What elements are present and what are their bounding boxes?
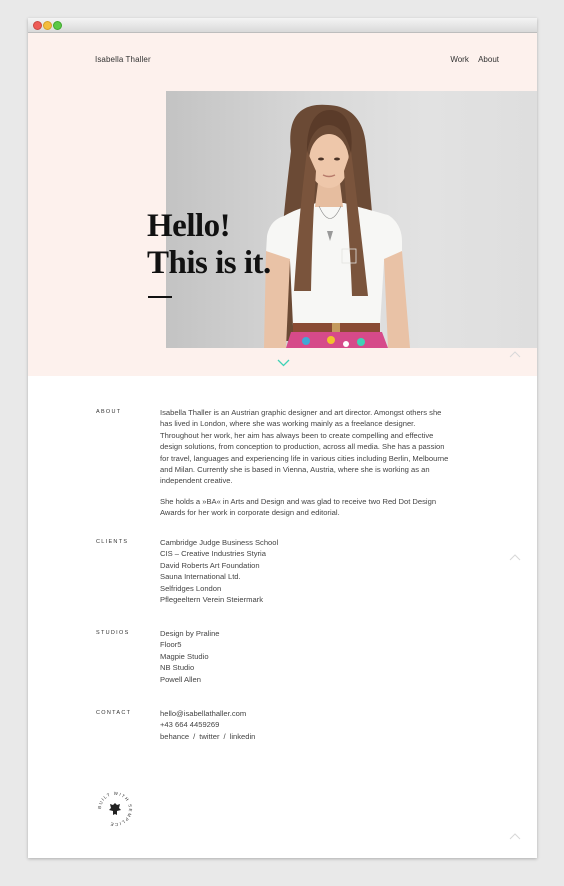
back-to-top-chevron-icon[interactable] xyxy=(509,351,521,358)
list-item: Sauna International Ltd. xyxy=(160,572,241,582)
hero-headline: Hello! This is it. xyxy=(147,208,271,282)
list-item: Design by Praline xyxy=(160,629,220,638)
clients-label: Clients xyxy=(96,539,129,545)
twitter-link[interactable]: twitter xyxy=(199,732,219,741)
list-item: Pflegeeltern Verein Steiermark xyxy=(160,595,263,605)
contact-info: hello@isabellathaller.com +43 664 445926… xyxy=(160,708,450,742)
social-links: behance / twitter / linkedin xyxy=(160,731,450,742)
about-paragraph-2: She holds a »BA« in Arts and Design and … xyxy=(160,496,437,518)
studios-list: Design by Praline Floor5 Magpie Studio N… xyxy=(160,628,450,685)
list-item: CIS – Creative Industries Styria xyxy=(160,549,266,559)
list-item: Cambridge Judge Business School xyxy=(160,538,279,547)
about-label: About xyxy=(96,409,122,415)
behance-link[interactable]: behance xyxy=(160,732,189,741)
browser-window: Isabella Thaller Work About Hello! This … xyxy=(28,18,537,858)
list-item: David Roberts Art Foundation xyxy=(160,560,260,570)
built-with-semplice-badge[interactable]: BUILT WITH SEMPLICE xyxy=(96,790,134,828)
nav-item-work[interactable]: Work xyxy=(450,55,469,64)
back-to-top-chevron-icon[interactable] xyxy=(509,833,521,840)
close-window-button[interactable] xyxy=(33,21,42,30)
list-item: Floor5 xyxy=(160,640,182,650)
minimize-window-button[interactable] xyxy=(43,21,52,30)
studios-label: Studios xyxy=(96,630,130,636)
list-item: Powell Allen xyxy=(160,674,201,684)
clients-list: Cambridge Judge Business School CIS – Cr… xyxy=(160,537,450,605)
eagle-icon xyxy=(109,803,121,815)
nav-item-about[interactable]: About xyxy=(478,55,499,64)
headline-line-1: Hello! xyxy=(147,208,231,244)
back-to-top-chevron-icon[interactable] xyxy=(509,554,521,561)
list-item: Selfridges London xyxy=(160,583,222,593)
list-item: NB Studio xyxy=(160,663,195,673)
scroll-down-chevron-icon[interactable] xyxy=(277,359,290,367)
main-nav: Work About xyxy=(443,55,499,64)
zoom-window-button[interactable] xyxy=(53,21,62,30)
site-name-link[interactable]: Isabella Thaller xyxy=(95,55,151,64)
link-separator: / xyxy=(223,731,226,741)
headline-line-2: This is it. xyxy=(147,245,271,281)
link-separator: / xyxy=(193,731,196,741)
browser-titlebar xyxy=(28,18,537,33)
phone-number: +43 664 4459269 xyxy=(160,720,220,730)
email-link[interactable]: hello@isabellathaller.com xyxy=(160,709,246,718)
list-item: Magpie Studio xyxy=(160,651,209,661)
about-text: Isabella Thaller is an Austrian graphic … xyxy=(160,407,450,528)
headline-dash xyxy=(148,296,172,298)
about-paragraph-1: Isabella Thaller is an Austrian graphic … xyxy=(160,408,449,486)
contact-label: Contact xyxy=(96,710,132,716)
hero-section: Isabella Thaller Work About Hello! This … xyxy=(28,33,537,376)
linkedin-link[interactable]: linkedin xyxy=(230,732,256,741)
